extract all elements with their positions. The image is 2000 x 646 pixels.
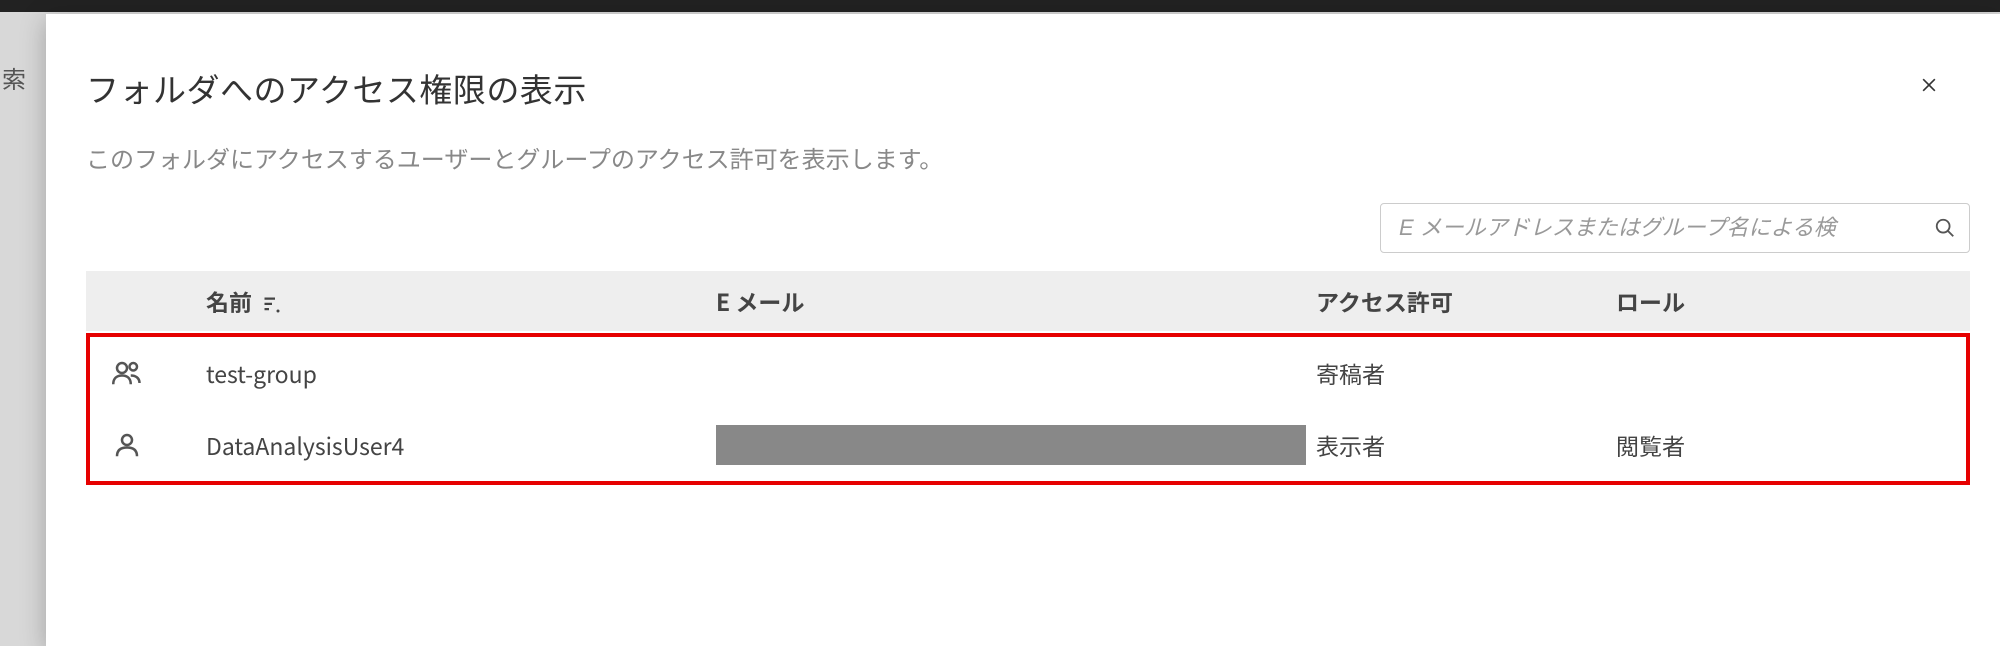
search-row [46,175,2000,271]
close-button[interactable] [1914,70,1944,100]
search-icon [1934,217,1956,239]
group-icon [90,358,206,388]
email-redacted-block [716,425,1306,465]
col-role-label: ロール [1616,284,1685,318]
col-email-header[interactable]: E メール [716,284,1316,318]
table-row[interactable]: DataAnalysisUser4 表示者 閲覧者 [90,409,1966,481]
row-name: test-group [206,356,716,390]
col-permission-label: アクセス許可 [1316,284,1453,318]
table-row[interactable]: test-group 寄稿者 [90,337,1966,409]
modal-title: フォルダへのアクセス権限の表示 [86,64,1940,112]
top-dark-bar [0,0,2000,12]
col-name-header[interactable]: 名前 [206,284,716,318]
row-permission: 表示者 [1316,428,1616,462]
search-input[interactable] [1380,203,1970,253]
modal-subtitle: このフォルダにアクセスするユーザーとグループのアクセス許可を表示します。 [46,112,2000,175]
col-email-label: E メール [716,284,804,318]
modal-header: フォルダへのアクセス権限の表示 [46,14,2000,112]
row-permission: 寄稿者 [1316,356,1616,390]
highlighted-rows-box: test-group 寄稿者 DataAnalysisUser4 表示者 閲覧者 [86,333,1970,485]
user-icon [90,430,206,460]
col-name-label: 名前 [206,284,252,318]
table-header-row: 名前 E メール アクセス許可 ロール [86,271,1970,331]
access-permissions-modal: フォルダへのアクセス権限の表示 このフォルダにアクセスするユーザーとグループのア… [46,14,2000,646]
background-text-fragment: 索 [0,60,28,95]
permissions-table: 名前 E メール アクセス許可 ロール [46,271,2000,485]
close-icon [1919,75,1939,95]
row-email [716,425,1316,465]
search-wrap [1380,203,1970,253]
col-role-header[interactable]: ロール [1616,284,1970,318]
sort-icon [263,294,281,316]
col-permission-header[interactable]: アクセス許可 [1316,284,1616,318]
row-role: 閲覧者 [1616,428,1966,462]
row-name: DataAnalysisUser4 [206,428,716,462]
